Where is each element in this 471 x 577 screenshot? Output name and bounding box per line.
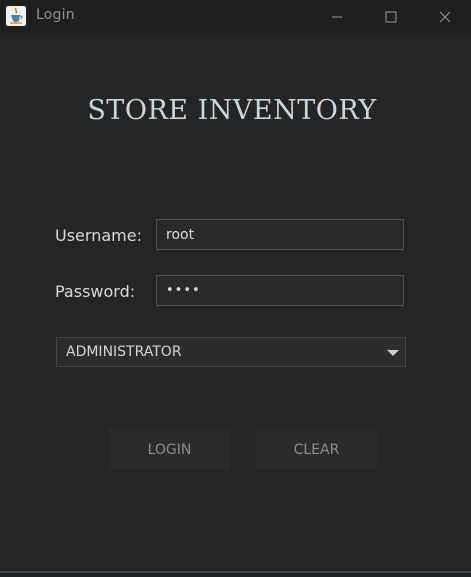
window-title: Login — [36, 7, 75, 23]
password-label: Password: — [55, 282, 136, 301]
app-heading: STORE INVENTORY — [87, 95, 377, 126]
password-field[interactable] — [156, 275, 404, 306]
minimize-button[interactable] — [314, 0, 360, 33]
login-button[interactable]: LOGIN — [109, 429, 230, 470]
close-button[interactable] — [422, 0, 468, 33]
window-footer-strip — [0, 573, 471, 577]
java-cup-icon — [6, 6, 26, 26]
minimize-icon — [332, 16, 342, 17]
role-select[interactable]: ADMINISTRATOR — [56, 337, 406, 367]
chevron-down-icon[interactable] — [387, 350, 399, 356]
maximize-icon — [385, 11, 397, 22]
username-field[interactable] — [156, 219, 404, 250]
maximize-button[interactable] — [368, 0, 414, 33]
close-icon — [439, 11, 451, 22]
role-select-value: ADMINISTRATOR — [66, 344, 182, 360]
clear-button[interactable]: CLEAR — [256, 429, 377, 470]
title-bar: Login — [0, 0, 471, 33]
username-label: Username: — [55, 226, 142, 245]
